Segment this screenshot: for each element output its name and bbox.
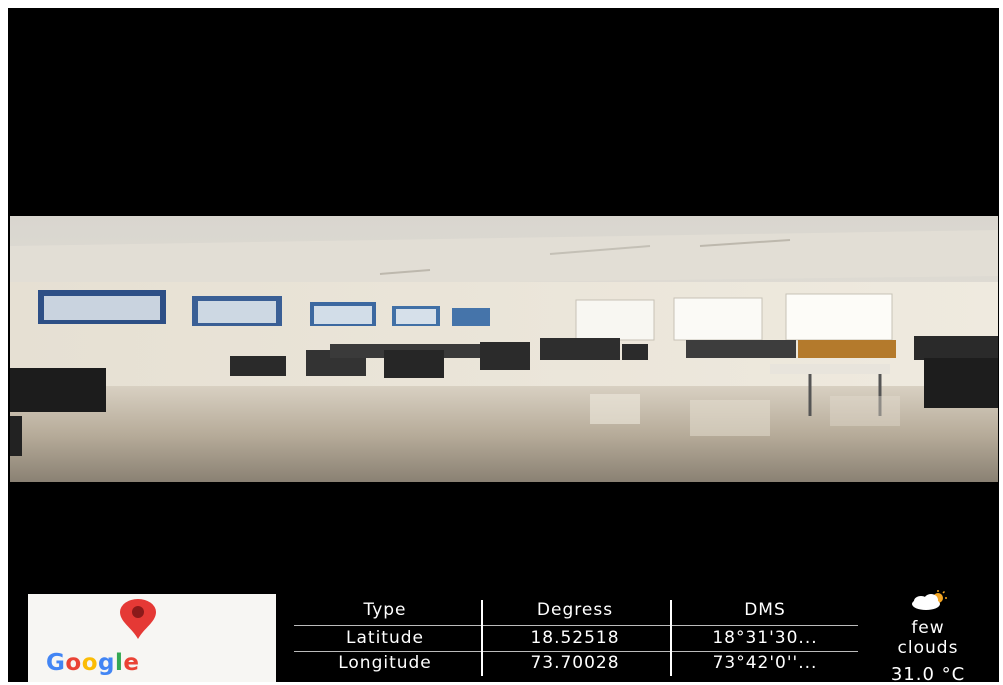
temperature: 31.0 °C	[890, 664, 966, 685]
office-room-photo	[10, 216, 998, 482]
google-logo-letter: o	[81, 650, 99, 676]
longitude-dms: 73°42'0''...	[712, 653, 818, 673]
row-divider	[294, 625, 858, 626]
latitude-degrees: 18.52518	[530, 628, 620, 648]
weather-widget: few clouds 31.0 °C	[862, 590, 994, 685]
weather-condition-line1: few	[911, 618, 945, 638]
google-logo-letter: g	[98, 650, 115, 676]
latitude-label: Latitude	[346, 628, 424, 648]
weather-condition: few clouds	[862, 618, 994, 658]
google-logo-letter: e	[123, 650, 140, 676]
map-pin-icon	[118, 598, 158, 644]
longitude-label: Longitude	[338, 653, 432, 673]
weather-condition-line2: clouds	[897, 638, 959, 658]
google-logo-letter: l	[114, 650, 124, 676]
column-divider	[481, 600, 483, 676]
google-logo-letter: o	[65, 650, 82, 676]
latitude-dms: 18°31'30...	[712, 628, 818, 648]
google-logo-letter: G	[46, 650, 66, 676]
google-logo: Google	[46, 650, 139, 676]
longitude-degrees: 73.70028	[530, 653, 620, 673]
partly-cloudy-icon	[862, 590, 994, 612]
row-divider	[294, 651, 858, 652]
column-divider	[670, 600, 672, 676]
header-dms: DMS	[744, 600, 786, 620]
header-type: Type	[363, 600, 407, 620]
header-degrees: Degress	[536, 600, 614, 620]
